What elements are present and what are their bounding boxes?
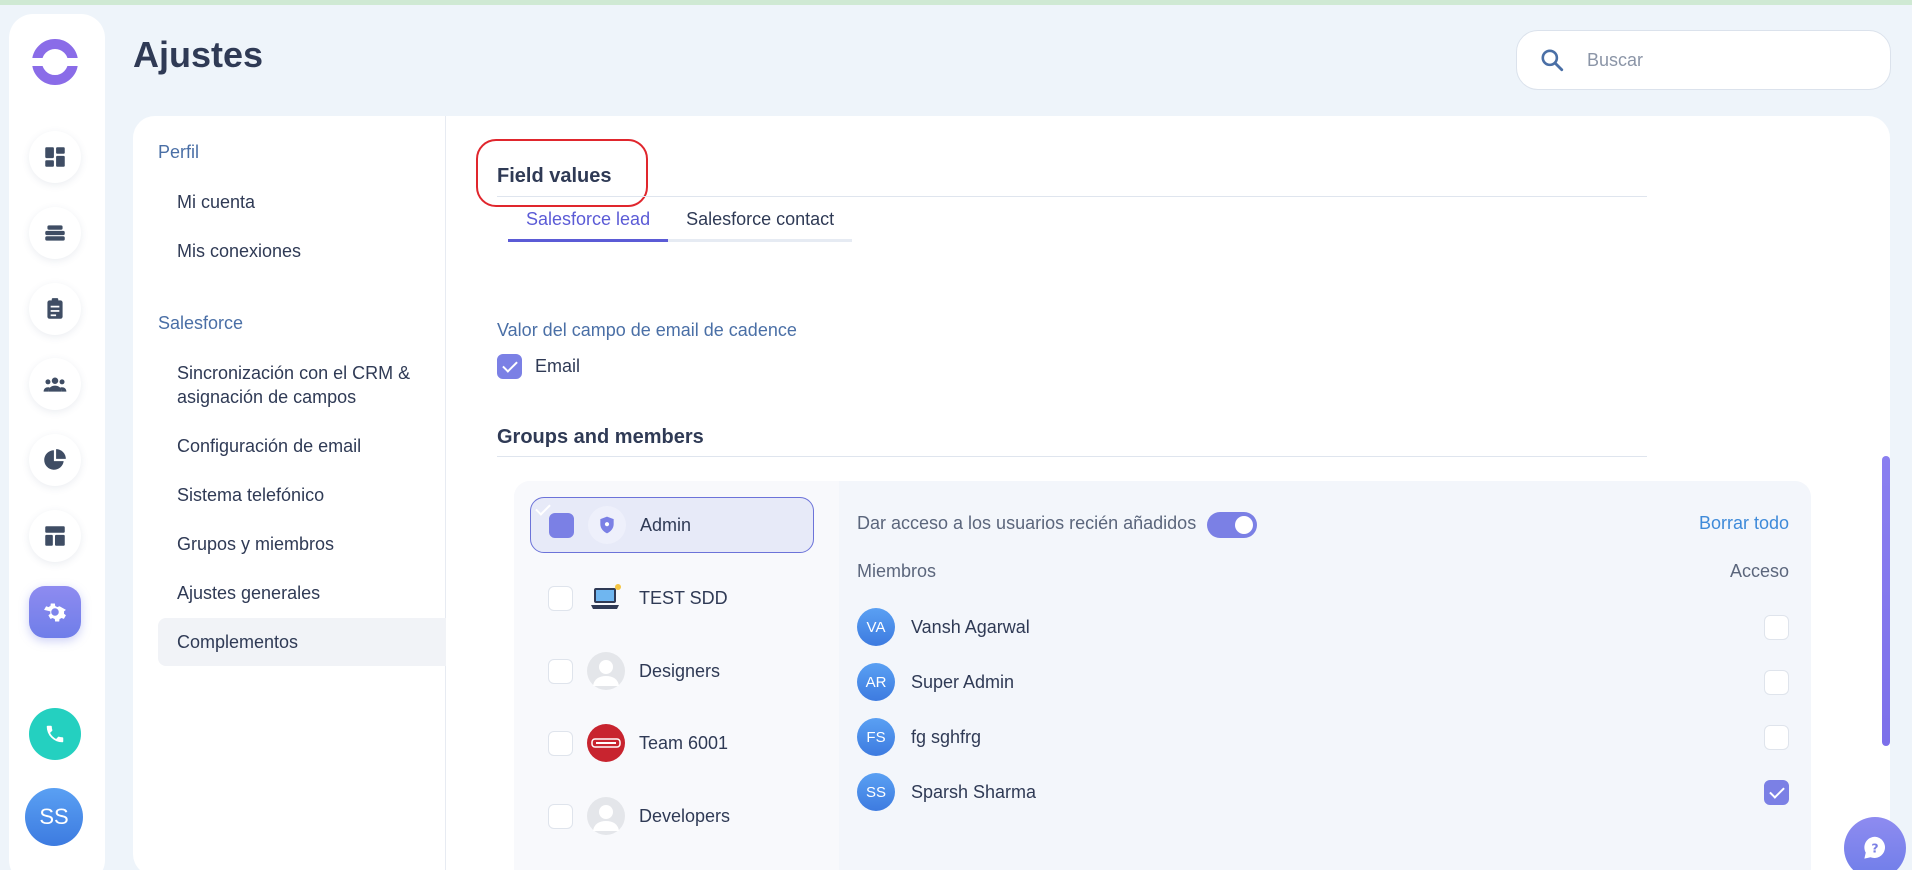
divider [497, 196, 1647, 197]
group-checkbox[interactable] [548, 730, 573, 756]
member-name: Sparsh Sharma [911, 781, 1037, 802]
nav-item-phone-system[interactable]: Sistema telefónico [158, 483, 446, 507]
member-access-checkbox[interactable] [1764, 725, 1789, 750]
member-avatar: AR [857, 663, 895, 701]
templates-icon[interactable] [29, 510, 81, 562]
top-accent-line [0, 0, 1912, 5]
field-values-tabs: Salesforce lead Salesforce contact [508, 201, 853, 242]
member-name: fg sghfrg [911, 726, 982, 747]
group-name: Developers [639, 805, 731, 826]
group-name: Team 6001 [639, 732, 729, 753]
settings-icon[interactable] [29, 586, 81, 638]
clear-all-link[interactable]: Borrar todo [1699, 513, 1789, 534]
help-chat-button[interactable]: ? [1844, 817, 1906, 870]
phone-icon[interactable] [29, 708, 81, 760]
nav-section-salesforce: Salesforce [158, 313, 244, 333]
nav-item-mi-cuenta[interactable]: Mi cuenta [158, 190, 446, 214]
member-row: FS fg sghfrg [857, 717, 1789, 757]
member-name: Super Admin [911, 671, 1015, 692]
tab-salesforce-lead[interactable]: Salesforce lead [508, 201, 669, 242]
group-name: Admin [640, 514, 692, 535]
groups-section-title: Groups and members [497, 426, 704, 448]
group-checkbox[interactable] [548, 803, 573, 829]
member-avatar: FS [857, 718, 895, 756]
user-placeholder-icon [587, 652, 625, 690]
groups-list: Admin TEST SDD Designers Team 6001 Devel… [514, 481, 839, 870]
nav-item-addons[interactable]: Complementos [158, 618, 446, 666]
search-box[interactable] [1516, 30, 1891, 90]
shield-icon [588, 506, 626, 544]
member-access-checkbox[interactable] [1764, 780, 1789, 805]
member-row: VA Vansh Agarwal [857, 607, 1789, 647]
search-icon [1541, 49, 1564, 72]
member-access-checkbox[interactable] [1764, 670, 1789, 695]
group-developers[interactable]: Developers [530, 788, 814, 844]
app-logo-icon[interactable] [30, 37, 80, 87]
members-panel: Dar acceso a los usuarios recién añadido… [839, 481, 1811, 870]
user-placeholder-icon [587, 797, 625, 835]
user-avatar[interactable]: SS [25, 788, 83, 846]
dashboard-icon[interactable] [29, 131, 81, 183]
settings-nav: Perfil Mi cuenta Mis conexiones Salesfor… [133, 116, 446, 870]
nav-section-profile: Perfil [158, 142, 200, 162]
search-input[interactable] [1587, 49, 1867, 71]
email-field-label: Valor del campo de email de cadence [497, 320, 797, 340]
nav-item-email-config[interactable]: Configuración de email [158, 434, 446, 458]
access-header: Acceso [1729, 561, 1789, 581]
access-new-users-label: Dar acceso a los usuarios recién añadido… [857, 513, 1197, 533]
svg-text:?: ? [1871, 840, 1878, 855]
member-name: Vansh Agarwal [911, 616, 1030, 637]
field-values-title: Field values [497, 165, 612, 187]
members-header: Miembros [857, 561, 937, 581]
member-avatar: SS [857, 773, 895, 811]
laptop-icon [587, 579, 625, 617]
settings-content: Field values Salesforce lead Salesforce … [446, 116, 1890, 870]
inbox-icon[interactable] [29, 207, 81, 259]
nav-item-mis-conexiones[interactable]: Mis conexiones [158, 239, 446, 263]
group-admin[interactable]: Admin [530, 497, 814, 553]
scrollbar-thumb[interactable] [1882, 456, 1890, 746]
email-option-label: Email [535, 356, 581, 376]
team-logo-icon [587, 724, 625, 762]
email-checkbox[interactable] [497, 354, 522, 379]
group-name: TEST SDD [639, 587, 728, 608]
member-avatar: VA [857, 608, 895, 646]
member-row: AR Super Admin [857, 662, 1789, 702]
group-designers[interactable]: Designers [530, 643, 814, 699]
group-name: Designers [639, 660, 721, 681]
divider [497, 456, 1647, 457]
member-access-checkbox[interactable] [1764, 615, 1789, 640]
nav-item-sync-line2: asignación de campos [177, 387, 357, 407]
contacts-icon[interactable] [29, 358, 81, 410]
group-checkbox[interactable] [549, 512, 574, 538]
groups-panel: Admin TEST SDD Designers Team 6001 Devel… [514, 481, 1811, 870]
tasks-icon[interactable] [29, 283, 81, 335]
member-row: SS Sparsh Sharma [857, 772, 1789, 812]
settings-card: Perfil Mi cuenta Mis conexiones Salesfor… [133, 116, 1890, 870]
group-team-6001[interactable]: Team 6001 [530, 715, 814, 771]
group-checkbox[interactable] [548, 585, 573, 611]
nav-item-sync-line1: Sincronización con el CRM & [177, 363, 411, 383]
nav-item-groups[interactable]: Grupos y miembros [158, 532, 446, 556]
nav-item-sync[interactable]: Sincronización con el CRM & asignación d… [158, 361, 446, 409]
help-chat-icon: ? [1864, 836, 1885, 859]
page-title: Ajustes [133, 34, 264, 75]
analytics-icon[interactable] [29, 434, 81, 486]
access-new-users-toggle[interactable] [1207, 512, 1257, 538]
tab-salesforce-contact[interactable]: Salesforce contact [668, 201, 852, 239]
nav-item-general[interactable]: Ajustes generales [158, 581, 446, 605]
group-test-sdd[interactable]: TEST SDD [530, 570, 814, 626]
group-checkbox[interactable] [548, 658, 573, 684]
